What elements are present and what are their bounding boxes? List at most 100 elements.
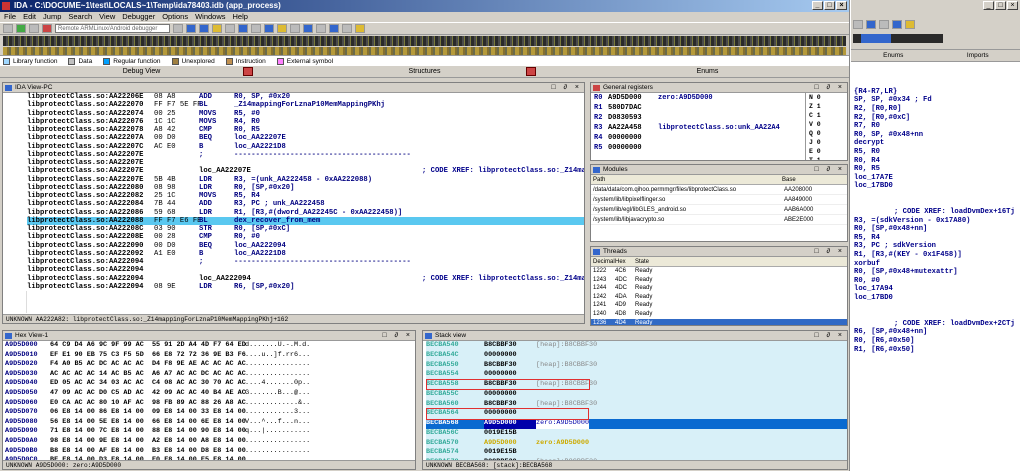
code-line[interactable]: libprotectClass.so:AA222090 00 D0 BEQ loc_A…	[27, 242, 584, 250]
current-instruction-line[interactable]: libprotectClass.so:AA222088 FF F7 E6 FE BL…	[27, 216, 584, 225]
stack-list[interactable]: BECBA540 B8CBBF30 [heap]:B8CBBF30 BECBA54C 0…	[423, 341, 847, 468]
minimize-button[interactable]: _	[812, 1, 823, 10]
code-line[interactable]: loc_17A94	[854, 285, 1020, 294]
menu-item-options[interactable]: Options	[162, 12, 188, 22]
modules-list[interactable]: /data/data/com.qihoo.permmgr/files/libpr…	[591, 185, 847, 225]
code-line[interactable]: R0, R4	[854, 157, 1020, 166]
breakpoint-icon[interactable]	[225, 24, 235, 33]
navigation-band[interactable]	[3, 36, 846, 46]
module-row[interactable]: /system/lib/libpixelflinger.so AA849000	[591, 195, 847, 205]
threads-list[interactable]: 1222 4C6 Ready 1243 4DC Ready 1244 4DC Ready 1242…	[591, 267, 847, 325]
register-value[interactable]: 580D7DAC	[608, 103, 658, 113]
thread-row[interactable]: 1242 4DA Ready	[591, 293, 847, 302]
flag-value[interactable]: N 0	[809, 93, 841, 102]
tab-debug-view[interactable]: Debug View	[0, 66, 283, 77]
code-line[interactable]	[854, 71, 1020, 80]
stack-row[interactable]: BECBA570 A9D5D000 zero:A9D5D000	[426, 438, 847, 449]
code-line[interactable]: libprotectClass.so:AA222094	[27, 266, 584, 274]
panel-controls[interactable]: □ ∂ ×	[551, 83, 582, 93]
register-value[interactable]: A9D5D000	[608, 93, 658, 103]
debugger-select[interactable]: Remote ARMLinux/Android debugger	[55, 24, 170, 33]
menu-item-debugger[interactable]: Debugger	[122, 12, 155, 22]
code-line[interactable]: R0, [SP,#0x48+nn]	[854, 225, 1020, 234]
code-line[interactable]: libprotectClass.so:AA222092 A1 E0 Bloc_AA2…	[27, 250, 584, 258]
code-line[interactable]: libprotectClass.so:AA222078 A8 42 CMP R0, R…	[27, 126, 584, 134]
attach-icon[interactable]	[173, 24, 183, 33]
hex-row[interactable]: A9D5D060 E0 CA AC AC 80 10 AF AC 98 FB 89…	[5, 399, 415, 409]
code-line[interactable]: R6, [SP,#0x48+nn]	[854, 328, 1020, 337]
hex-row[interactable]: A9D5D070 06 E8 14 00 86 E8 14 00 09 E8 14…	[5, 408, 415, 418]
menu-item-view[interactable]: View	[99, 12, 115, 22]
dropdown-icon[interactable]	[853, 20, 863, 29]
code-line[interactable]: libprotectClass.so:AA222084 7B 44 ADD R3, P…	[27, 200, 584, 208]
menu-item-help[interactable]: Help	[233, 12, 248, 22]
navigation-band-overview[interactable]	[3, 47, 846, 55]
start-process-icon[interactable]	[16, 24, 26, 33]
stack-row[interactable]: BECBA550 B8CBBF30 [heap]:B8CBBF30	[426, 360, 847, 371]
panel-controls[interactable]: □ ∂ ×	[814, 165, 845, 175]
stack-value[interactable]: A9D5D000	[484, 439, 536, 449]
menu-item-file[interactable]: File	[4, 12, 16, 22]
hex-row[interactable]: A9D5D040 ED 05 AC AC 34 03 AC AC C4 08 AC…	[5, 379, 415, 389]
code-line[interactable]: loc_17BD0	[854, 182, 1020, 191]
code-line[interactable]: R1, [R6,#0x50]	[854, 346, 1020, 355]
tab-enums[interactable]: Enums	[851, 50, 936, 61]
code-line[interactable]: libprotectClass.so:AA222076 1C 1C MOVS R4, …	[27, 118, 584, 126]
hex-dump[interactable]: A9D5D000 64 C9 D4 A6 9C 9F 99 AC 55 91 2D…	[3, 341, 415, 466]
stack-row[interactable]: BECBA55C 00000000	[426, 389, 847, 400]
register-value[interactable]: AA22A458	[608, 123, 658, 133]
stack-value[interactable]: B8CBBF30	[484, 361, 536, 371]
code-line[interactable]: libprotectClass.so:AA22207E loc_AA22207E;…	[27, 167, 584, 175]
code-line[interactable]: R0, SP, #0x48+nn	[854, 131, 1020, 140]
thread-row[interactable]: 1236 4D4 Ready	[591, 318, 847, 325]
code-line[interactable]: R5, R0	[854, 148, 1020, 157]
code-line[interactable]: libprotectClass.so:AA222094; ------------…	[27, 258, 584, 266]
code-line[interactable]: libprotectClass.so:AA22206E 08 A8 ADD R0, S…	[27, 93, 584, 101]
flag-value[interactable]: C 1	[809, 111, 841, 120]
module-row[interactable]: /system/lib/egl/libGLES_android.so AAB6A0…	[591, 205, 847, 215]
graph-icon[interactable]	[892, 20, 902, 29]
code-line[interactable]	[854, 311, 1020, 320]
panel-controls[interactable]: □ ∂ ×	[814, 83, 845, 93]
step-over-icon[interactable]	[199, 24, 209, 33]
thread-row[interactable]: 1222 4C6 Ready	[591, 267, 847, 276]
thread-row[interactable]: 1240 4D8 Ready	[591, 310, 847, 319]
segments-icon[interactable]	[329, 24, 339, 33]
code-line[interactable]: SP, SP, #0x34 ; Fd	[854, 96, 1020, 105]
names-icon[interactable]	[905, 20, 915, 29]
code-line[interactable]: libprotectClass.so:AA22207E	[27, 159, 584, 167]
module-row[interactable]: /system/lib/libjavacrypto.so ABE2E000	[591, 215, 847, 225]
names-icon[interactable]	[290, 24, 300, 33]
tab-enums[interactable]: Enums	[566, 66, 849, 77]
stack-value[interactable]: 0019E15B	[484, 429, 536, 439]
code-line[interactable]: R2, [R0,R0]	[854, 105, 1020, 114]
stack-value[interactable]: A9D5D000	[484, 419, 536, 429]
panel-controls[interactable]: □ ∂ ×	[382, 331, 413, 341]
secondary-disassembly[interactable]: {R4-R7,LR} SP, SP, #0x34 ; Fd R2, [R0,R0] R…	[851, 62, 1020, 354]
code-line[interactable]: R7, R0	[854, 122, 1020, 131]
stack-value[interactable]: 00000000	[484, 351, 536, 361]
navigation-band[interactable]	[853, 34, 943, 43]
pause-icon[interactable]	[29, 24, 39, 33]
code-line[interactable]: R2, [R0,#0xC]	[854, 114, 1020, 123]
code-line[interactable]: R0, [SP,#0x48+mutexattr]	[854, 268, 1020, 277]
structures-icon[interactable]	[264, 24, 274, 33]
code-line[interactable]: xorbuf	[854, 260, 1020, 269]
xrefs-icon[interactable]	[342, 24, 352, 33]
code-line[interactable]	[854, 191, 1020, 200]
maximize-button[interactable]: □	[824, 1, 835, 10]
code-line[interactable]: R0, R5	[854, 165, 1020, 174]
code-line[interactable]: ; CODE XREF: loadDvmDex+16Tj	[854, 208, 1020, 217]
stack-row[interactable]: BECBA540 B8CBBF30 [heap]:B8CBBF30	[426, 341, 847, 351]
hex-row[interactable]: A9D5D080 56 E8 14 00 5E E8 14 00 66 E8 14…	[5, 418, 415, 428]
module-row[interactable]: /data/data/com.qihoo.permmgr/files/libpr…	[591, 185, 847, 195]
tab-close-icon[interactable]	[243, 67, 253, 76]
flag-value[interactable]: E 0	[809, 147, 841, 156]
stack-row[interactable]: BECBA56C 0019E15B	[426, 428, 847, 439]
register-value[interactable]: 00000000	[608, 133, 658, 143]
stop-icon[interactable]	[42, 24, 52, 33]
close-button[interactable]: ×	[1007, 1, 1018, 10]
code-line[interactable]: libprotectClass.so:AA222094 08 9E LDR R6, […	[27, 283, 584, 291]
code-line[interactable]: libprotectClass.so:AA22208E 00 28 CMP R0, #…	[27, 233, 584, 241]
menu-item-windows[interactable]: Windows	[195, 12, 225, 22]
